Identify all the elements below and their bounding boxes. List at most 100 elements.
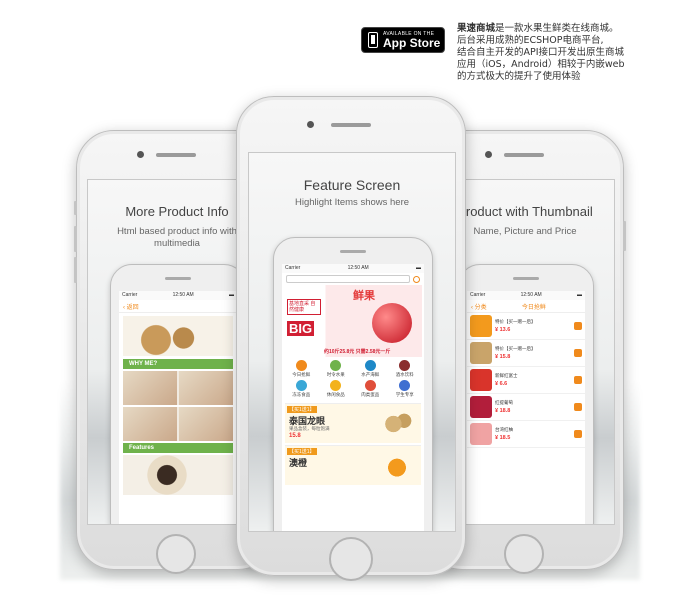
home-button — [504, 534, 544, 574]
category-icon — [330, 380, 342, 391]
volume-down-button — [74, 257, 77, 283]
search-bar — [282, 273, 424, 285]
category-label: 酒水饮料 — [395, 372, 414, 377]
category-grid: 今日抢鲜 时令水果 水产海鲜 酒水饮料 冻冻食品 休闲食品 肉类蛋品 学生专享 — [282, 357, 424, 401]
banner-text: 基地直采 自然健康 — [287, 299, 321, 315]
desc-line-2: 后台采用成熟的ECSHOP电商平台, — [457, 35, 604, 46]
section-features: Features — [123, 443, 233, 453]
screen-title: Feature Screen — [303, 177, 401, 193]
category-item[interactable]: 休闲食品 — [320, 380, 353, 398]
brand-name: 果速商城 — [457, 23, 496, 34]
product-thumbnail — [470, 315, 492, 337]
front-camera — [137, 151, 144, 158]
battery-icon: ▬ — [415, 265, 421, 271]
product-thumbnail — [470, 423, 492, 445]
list-item[interactable]: 新鲜红富士 ¥ 6.6 — [467, 367, 585, 394]
home-button — [329, 537, 373, 581]
cart-icon[interactable] — [574, 403, 582, 411]
category-item[interactable]: 水产海鲜 — [354, 360, 387, 378]
category-item[interactable]: 冻冻食品 — [285, 380, 318, 398]
category-icon — [330, 360, 342, 371]
earpiece-speaker — [331, 123, 371, 127]
product-price: ¥ 18.8 — [495, 408, 511, 414]
search-input[interactable] — [286, 275, 410, 283]
promo-card-orange[interactable]: 【买1送1】 澳橙 — [285, 445, 421, 485]
product-price: ¥ 15.8 — [495, 354, 511, 360]
product-photo — [123, 316, 233, 356]
promo-card-longan[interactable]: 【买1送1】 泰国龙眼 果品盒装，每粒饱满 15.8 — [285, 403, 421, 443]
cart-icon[interactable] — [574, 376, 582, 384]
mini-speaker — [165, 277, 191, 280]
promo-tag: 【买1送1】 — [287, 448, 317, 455]
nav-title: 今日抢鲜 — [521, 304, 546, 311]
search-icon[interactable] — [413, 275, 420, 283]
product-price: ¥ 18.5 — [495, 435, 511, 441]
mini-phone-right: Carrier 12:50 AM ▬ ‹ 分类 今日抢鲜 特价【买一赠一后】 ¥ … — [458, 264, 594, 524]
status-bar: Carrier 12:50 AM ▬ — [282, 264, 424, 273]
status-carrier: Carrier — [470, 292, 486, 298]
product-thumbnail — [470, 369, 492, 391]
product-photo-longan — [123, 455, 233, 495]
list-item[interactable]: 红提葡萄 ¥ 18.8 — [467, 394, 585, 421]
category-item[interactable]: 酒水饮料 — [389, 360, 422, 378]
category-icon — [295, 380, 307, 391]
product-thumbnail — [470, 396, 492, 418]
banner-price: 约10斤25.8元 只需2.58元一斤 — [324, 349, 391, 355]
product-thumbnail — [470, 342, 492, 364]
category-label: 今日抢鲜 — [292, 372, 311, 377]
screen-subtitle: Highlight Items shows here — [294, 197, 410, 208]
phone-center: Feature Screen Highlight Items shows her… — [236, 96, 466, 581]
nav-bar: ‹ 返回 — [119, 300, 237, 313]
promo-banner[interactable]: 鲜果 基地直采 自然健康 BIG 约10斤25.8元 只需2.58元一斤 — [284, 285, 422, 357]
info-block — [123, 407, 233, 441]
promo-tag: 【买1送1】 — [287, 406, 317, 413]
cart-icon[interactable] — [574, 349, 582, 357]
back-button[interactable]: ‹ 返回 — [123, 302, 139, 311]
category-icon — [399, 380, 411, 391]
cart-icon[interactable] — [574, 322, 582, 330]
mini-phone-center: Carrier 12:50 AM ▬ 鲜果 基地直采 自然健康 BIG 约10斤… — [273, 237, 433, 531]
info-block — [123, 371, 233, 405]
product-price: ¥ 13.6 — [495, 327, 511, 333]
home-button — [156, 534, 196, 574]
product-name: 台湾红柚 — [495, 427, 513, 432]
orange-image — [379, 450, 415, 482]
front-camera — [307, 121, 314, 128]
cart-icon[interactable] — [574, 430, 582, 438]
category-label: 学生专享 — [395, 392, 414, 397]
status-time: 12:50 AM — [520, 292, 542, 298]
app-store-badge[interactable]: AVAILABLE ON THE App Store — [361, 27, 445, 53]
product-name: 特价【买一赠一后】 — [495, 319, 536, 324]
status-carrier: Carrier — [285, 265, 301, 271]
back-label: 返回 — [126, 304, 139, 311]
list-item[interactable]: 台湾红柚 ¥ 18.5 — [467, 421, 585, 448]
product-name: 新鲜红富士 — [495, 373, 518, 378]
status-carrier: Carrier — [122, 292, 138, 298]
category-icon — [399, 360, 411, 371]
battery-icon: ▬ — [228, 292, 234, 298]
category-label: 冻冻食品 — [292, 392, 311, 397]
badge-big-text: App Store — [383, 35, 441, 50]
back-button[interactable]: ‹ 分类 — [471, 302, 487, 311]
list-item[interactable]: 特价【买一赠一后】 ¥ 15.8 — [467, 340, 585, 367]
category-label: 休闲食品 — [326, 392, 345, 397]
category-item[interactable]: 肉类蛋品 — [354, 380, 387, 398]
mini-screen: Carrier 12:50 AM ▬ ‹ 返回 WHY ME? Features — [119, 291, 237, 524]
power-button — [623, 221, 626, 251]
category-icon — [364, 360, 376, 371]
iphone-icon — [368, 32, 378, 48]
nav-bar: ‹ 分类 今日抢鲜 — [467, 300, 585, 313]
desc-line-5: 的方式极大的提升了使用体验 — [457, 71, 581, 82]
banner-big: BIG — [287, 321, 315, 336]
battery-icon: ▬ — [576, 292, 582, 298]
category-item[interactable]: 时令水果 — [320, 360, 353, 378]
category-item[interactable]: 今日抢鲜 — [285, 360, 318, 378]
volume-up-button — [74, 226, 77, 252]
promo-sub: 果品盒装，每粒饱满 — [289, 426, 330, 431]
product-name: 红提葡萄 — [495, 400, 513, 405]
category-item[interactable]: 学生专享 — [389, 380, 422, 398]
desc-line-3: 结合自主开发的API接口开发出原生商城 — [457, 47, 625, 58]
status-time: 12:50 AM — [347, 265, 369, 271]
list-item[interactable]: 特价【买一赠一后】 ¥ 13.6 — [467, 313, 585, 340]
apple-image — [372, 303, 412, 343]
